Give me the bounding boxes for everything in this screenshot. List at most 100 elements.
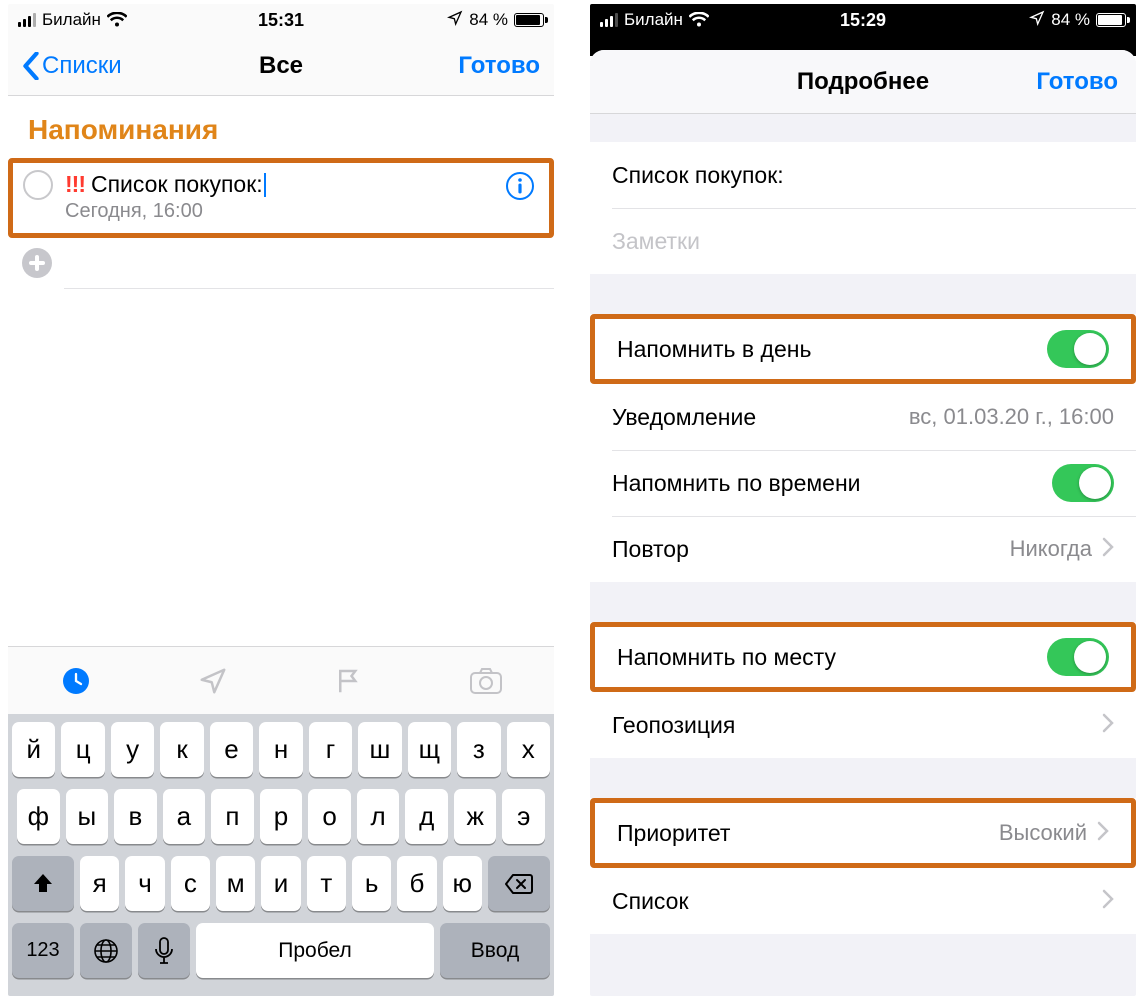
- key-м[interactable]: м: [216, 856, 255, 911]
- key-з[interactable]: з: [457, 722, 500, 777]
- sheet-navigation-bar: Подробнее Готово: [590, 50, 1136, 114]
- key-щ[interactable]: щ: [408, 722, 451, 777]
- reminder-checkbox[interactable]: [23, 170, 53, 200]
- details-sheet: Подробнее Готово Список покупок: Заметки…: [590, 50, 1136, 996]
- reminders-list-screen: Билайн 15:31 84 % Списки Все Готово Напо…: [8, 4, 554, 996]
- geoposition-label: Геопозиция: [612, 712, 735, 739]
- highlight-remind-day: Напомнить в день: [590, 314, 1136, 384]
- repeat-value: Никогда: [1010, 536, 1092, 562]
- key-ф[interactable]: ф: [17, 789, 60, 844]
- key-е[interactable]: е: [210, 722, 253, 777]
- notification-row[interactable]: Уведомление вс, 01.03.20 г., 16:00: [590, 384, 1136, 450]
- accessory-time-button[interactable]: [56, 661, 96, 701]
- text-cursor: [264, 173, 266, 197]
- key-т[interactable]: т: [307, 856, 346, 911]
- carrier-label: Билайн: [624, 10, 683, 30]
- shift-key[interactable]: [12, 856, 74, 911]
- navigation-bar: Списки Все Готово: [8, 36, 554, 96]
- cell-signal-icon: [18, 13, 36, 27]
- battery-percent: 84 %: [469, 10, 508, 30]
- notification-label: Уведомление: [612, 404, 756, 431]
- list-row[interactable]: Список: [590, 868, 1136, 934]
- accessory-location-button[interactable]: [193, 661, 233, 701]
- key-ы[interactable]: ы: [66, 789, 109, 844]
- key-л[interactable]: л: [357, 789, 400, 844]
- done-button[interactable]: Готово: [1036, 68, 1118, 96]
- add-icon: [22, 248, 52, 278]
- chevron-right-icon: [1102, 888, 1114, 915]
- title-field[interactable]: Список покупок:: [590, 142, 1136, 208]
- battery-icon: [514, 13, 544, 27]
- carrier-label: Билайн: [42, 10, 101, 30]
- priority-indicator: !!!: [65, 171, 85, 198]
- key-ю[interactable]: ю: [443, 856, 482, 911]
- remind-at-time-row[interactable]: Напомнить по времени: [590, 450, 1136, 516]
- remind-on-day-label: Напомнить в день: [617, 336, 811, 363]
- key-а[interactable]: а: [163, 789, 206, 844]
- highlight-remind-place: Напомнить по месту: [590, 622, 1136, 692]
- key-п[interactable]: п: [211, 789, 254, 844]
- numbers-key[interactable]: 123: [12, 923, 74, 978]
- key-н[interactable]: н: [259, 722, 302, 777]
- dictation-key[interactable]: [138, 923, 190, 978]
- status-bar: Билайн 15:29 84 %: [590, 4, 1136, 36]
- remind-at-time-label: Напомнить по времени: [612, 470, 861, 497]
- remind-place-toggle[interactable]: [1047, 638, 1109, 676]
- status-bar: Билайн 15:31 84 %: [8, 4, 554, 36]
- highlight-priority: Приоритет Высокий: [590, 798, 1136, 868]
- key-г[interactable]: г: [309, 722, 352, 777]
- key-й[interactable]: й: [12, 722, 55, 777]
- priority-value: Высокий: [999, 820, 1087, 846]
- priority-label: Приоритет: [617, 820, 730, 847]
- reminder-title-input[interactable]: Список покупок:: [91, 171, 263, 198]
- globe-key[interactable]: [80, 923, 132, 978]
- battery-percent: 84 %: [1051, 10, 1090, 30]
- keyboard-accessory-bar: [8, 646, 554, 714]
- keyboard-row-1: йцукенгшщзх: [12, 722, 550, 777]
- key-с[interactable]: с: [171, 856, 210, 911]
- add-reminder-row[interactable]: [8, 238, 554, 288]
- key-в[interactable]: в: [114, 789, 157, 844]
- return-key[interactable]: Ввод: [440, 923, 550, 978]
- accessory-flag-button[interactable]: [329, 661, 369, 701]
- repeat-row[interactable]: Повтор Никогда: [590, 516, 1136, 582]
- nav-title: Все: [8, 52, 554, 80]
- key-д[interactable]: д: [405, 789, 448, 844]
- key-б[interactable]: б: [397, 856, 436, 911]
- key-ц[interactable]: ц: [61, 722, 104, 777]
- key-я[interactable]: я: [80, 856, 119, 911]
- key-у[interactable]: у: [111, 722, 154, 777]
- remind-day-toggle[interactable]: [1047, 330, 1109, 368]
- info-button[interactable]: [505, 171, 535, 201]
- remind-on-day-row[interactable]: Напомнить в день: [595, 319, 1131, 379]
- keyboard-row-bottom: 123 Пробел Ввод: [12, 923, 550, 978]
- key-э[interactable]: э: [502, 789, 545, 844]
- wifi-icon: [107, 12, 127, 28]
- reminder-row[interactable]: !!! Список покупок: Сегодня, 16:00: [13, 163, 549, 233]
- status-time: 15:29: [840, 10, 886, 31]
- priority-row[interactable]: Приоритет Высокий: [595, 803, 1131, 863]
- remind-at-location-label: Напомнить по месту: [617, 644, 836, 671]
- backspace-key[interactable]: [488, 856, 550, 911]
- location-group: Напомнить по месту Геопозиция: [590, 622, 1136, 758]
- repeat-label: Повтор: [612, 536, 689, 563]
- key-ч[interactable]: ч: [125, 856, 164, 911]
- key-о[interactable]: о: [308, 789, 351, 844]
- key-к[interactable]: к: [160, 722, 203, 777]
- key-р[interactable]: р: [260, 789, 303, 844]
- remind-at-location-row[interactable]: Напомнить по месту: [595, 627, 1131, 687]
- space-key[interactable]: Пробел: [196, 923, 434, 978]
- remind-time-toggle[interactable]: [1052, 464, 1114, 502]
- accessory-camera-button[interactable]: [466, 661, 506, 701]
- notes-field[interactable]: Заметки: [590, 208, 1136, 274]
- list-label: Список: [612, 888, 689, 915]
- key-ш[interactable]: ш: [358, 722, 401, 777]
- key-ь[interactable]: ь: [352, 856, 391, 911]
- key-и[interactable]: и: [261, 856, 300, 911]
- geoposition-row[interactable]: Геопозиция: [590, 692, 1136, 758]
- key-ж[interactable]: ж: [454, 789, 497, 844]
- key-х[interactable]: х: [507, 722, 550, 777]
- list-section-title: Напоминания: [8, 96, 554, 158]
- sheet-title: Подробнее: [797, 68, 929, 96]
- reminder-details-screen: Билайн 15:29 84 % Подробнее Готово Списо…: [590, 4, 1136, 996]
